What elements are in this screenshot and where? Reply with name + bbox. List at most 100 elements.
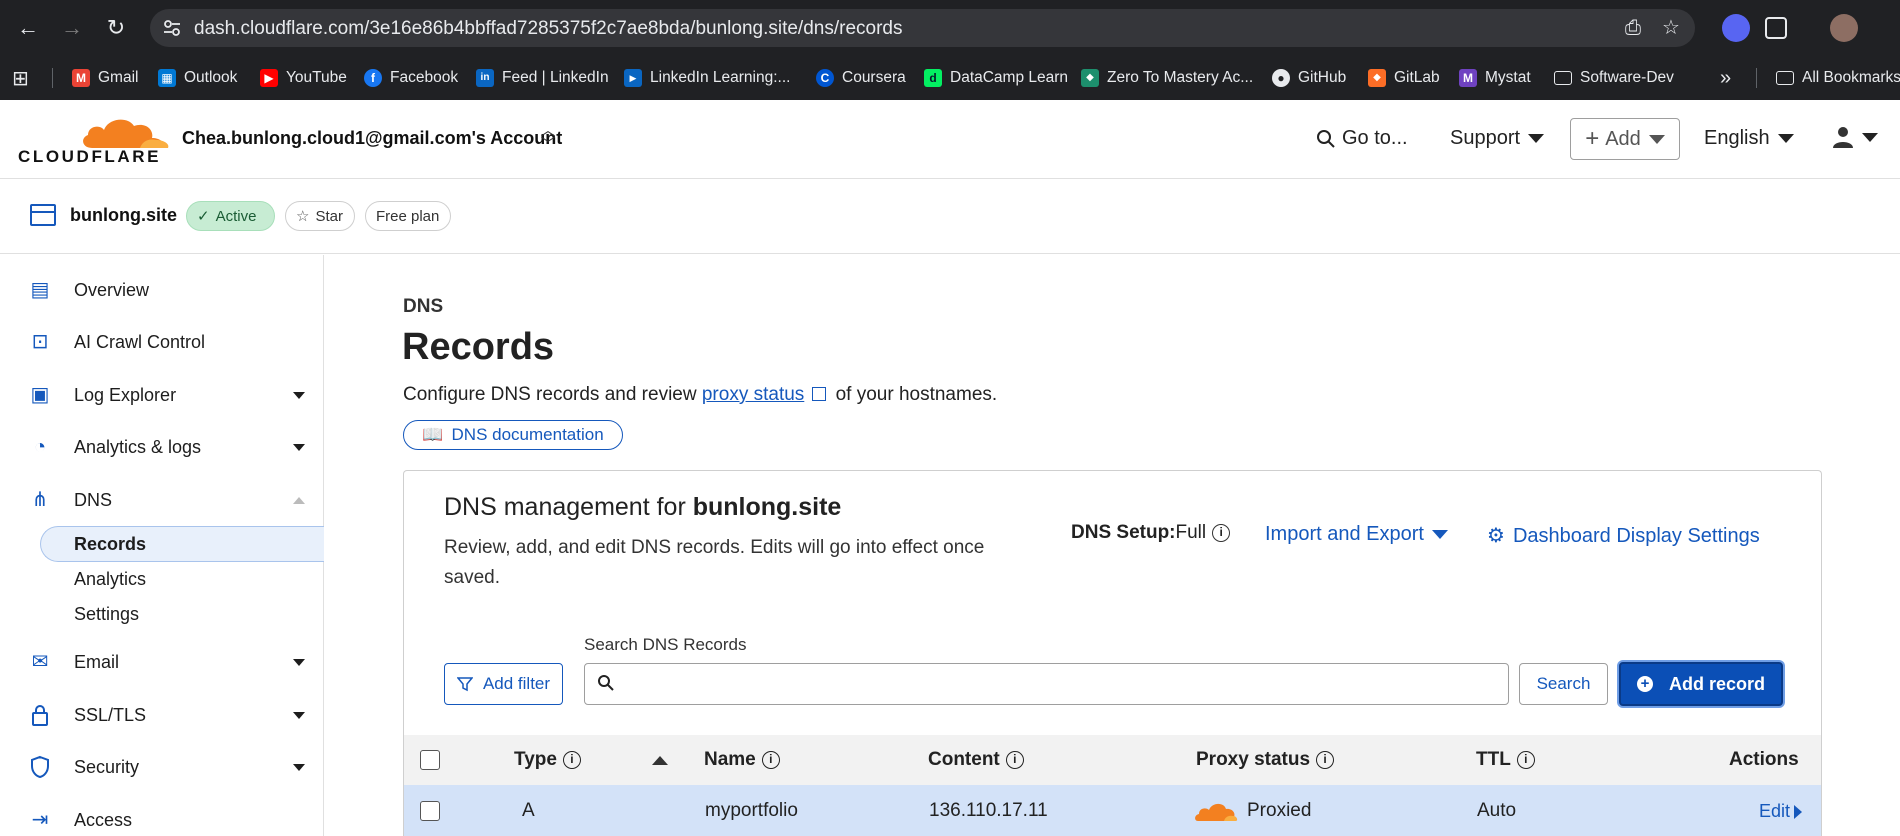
info-icon[interactable]: i (562, 750, 581, 769)
dns-setup-status: DNS Setup:Full i (1071, 522, 1231, 544)
info-icon[interactable]: i (1212, 523, 1231, 542)
breadcrumb: DNS (403, 296, 444, 317)
proxy-status-link[interactable]: proxy status (702, 384, 804, 405)
github-icon: ● (1272, 69, 1290, 87)
record-proxy-status: Proxied (1247, 800, 1312, 821)
bookmark-linkedin-feed[interactable]: in Feed | LinkedIn (476, 56, 609, 100)
zone-name[interactable]: bunlong.site (70, 205, 177, 226)
reload-button[interactable]: ↻ (102, 14, 130, 42)
url-text[interactable]: dash.cloudflare.com/3e16e86b4bbffad72853… (194, 18, 902, 40)
sidebar-item-analytics-logs[interactable]: ◔ Analytics & logs (0, 427, 323, 467)
bookmark-gmail[interactable]: M Gmail (72, 56, 138, 100)
site-settings-icon[interactable] (162, 18, 182, 38)
cloudflare-logo[interactable]: CLOUDFLARE (18, 114, 169, 166)
email-icon: ✉ (31, 651, 49, 673)
back-button[interactable]: ← (14, 14, 42, 42)
bookmark-github[interactable]: ● GitHub (1272, 56, 1346, 100)
robot-icon: ⊡ (31, 331, 49, 353)
bookmark-software-dev-folder[interactable]: Software-Dev (1554, 56, 1674, 100)
bookmark-facebook[interactable]: f Facebook (364, 56, 458, 100)
install-app-icon[interactable]: ⎙ (1622, 17, 1644, 39)
pie-chart-icon: ◔ (33, 436, 47, 458)
column-content[interactable]: Content i (928, 749, 1024, 771)
gitlab-icon: ◆ (1368, 69, 1386, 87)
sidebar-subitem-settings[interactable]: Settings (74, 604, 139, 625)
add-filter-label: Add filter (482, 674, 551, 693)
info-icon[interactable]: i (1516, 750, 1535, 769)
add-filter-button[interactable]: Add filter (444, 663, 563, 705)
bookmark-gitlab[interactable]: ◆ GitLab (1368, 56, 1440, 100)
dashboard-display-settings-button[interactable]: ⚙ Dashboard Display Settings (1487, 523, 1760, 548)
info-icon[interactable]: i (1316, 750, 1335, 769)
dns-documentation-button[interactable]: 📖 DNS documentation (403, 420, 623, 450)
sidebar-item-log-explorer[interactable]: ▣ Log Explorer (0, 375, 323, 415)
user-menu[interactable] (1832, 126, 1878, 148)
search-dns-records-field[interactable] (584, 663, 1509, 705)
sidebar-item-email[interactable]: ✉ Email (0, 642, 323, 682)
sidebar-item-dns[interactable]: ⋔ DNS (0, 480, 323, 520)
sidebar-item-security[interactable]: Security (0, 747, 323, 787)
sidebar: ▤ Overview ⊡ AI Crawl Control ▣ Log Expl… (0, 255, 324, 836)
sidebar-item-ssl-tls[interactable]: SSL/TLS (0, 695, 323, 735)
edit-record-link[interactable]: Edit (1759, 801, 1803, 822)
add-menu-button[interactable]: + Add (1570, 118, 1680, 160)
profile-avatar[interactable] (1830, 14, 1858, 42)
bookmark-label: Feed | LinkedIn (502, 69, 609, 86)
search-input[interactable] (625, 666, 1500, 702)
bookmark-mystat[interactable]: M Mystat (1459, 56, 1531, 100)
address-bar[interactable]: dash.cloudflare.com/3e16e86b4bbffad72853… (150, 9, 1695, 47)
language-label: English (1704, 127, 1770, 149)
column-ttl[interactable]: TTL i (1476, 749, 1535, 771)
sidebar-item-overview[interactable]: ▤ Overview (0, 270, 323, 310)
info-icon[interactable]: i (761, 750, 780, 769)
sidebar-subitem-analytics[interactable]: Analytics (74, 569, 146, 590)
add-label: Add (1605, 127, 1641, 150)
extension-discord-icon[interactable] (1722, 14, 1750, 42)
plan-badge[interactable]: Free plan (365, 201, 451, 231)
bookmark-datacamp[interactable]: d DataCamp Learn (924, 56, 1068, 100)
bookmark-outlook[interactable]: ▦ Outlook (158, 56, 237, 100)
bookmark-youtube[interactable]: ▶ YouTube (260, 56, 347, 100)
bookmark-label: DataCamp Learn (950, 69, 1069, 86)
browser-window-icon (30, 204, 56, 226)
add-record-button[interactable]: + Add record (1619, 662, 1783, 706)
caret-down-icon (293, 443, 305, 451)
plus-icon: + (1585, 125, 1600, 152)
display-settings-label: Dashboard Display Settings (1512, 525, 1760, 547)
search-button[interactable]: Search (1519, 663, 1608, 705)
shield-icon (31, 755, 49, 779)
folder-icon (1554, 71, 1572, 85)
row-checkbox[interactable] (420, 801, 440, 821)
status-badge: ✓ Active (186, 201, 275, 231)
table-row[interactable]: A myportfolio 136.110.17.11 Proxied Auto… (404, 785, 1821, 836)
column-type[interactable]: Type i (514, 749, 581, 771)
caret-down-icon (293, 391, 305, 399)
apps-grid-icon[interactable]: ⊞ (12, 56, 29, 100)
bookmark-star-icon[interactable]: ☆ (1660, 17, 1682, 39)
select-all-checkbox[interactable] (420, 750, 440, 770)
bookmarks-overflow-chevron[interactable]: » (1720, 56, 1731, 100)
forward-button[interactable]: → (58, 14, 86, 42)
goto-search[interactable]: Go to... (1316, 127, 1408, 150)
extensions-puzzle-icon[interactable] (1765, 17, 1787, 39)
sidebar-item-access[interactable]: ⇥ Access (0, 800, 323, 836)
account-switcher[interactable]: Chea.bunlong.cloud1@gmail.com's Account (182, 128, 562, 149)
column-name[interactable]: Name i (704, 749, 780, 771)
sort-ascending-icon[interactable] (652, 756, 668, 765)
star-button[interactable]: ☆ Star (285, 201, 355, 231)
page-description: Configure DNS records and review proxy s… (403, 384, 997, 406)
column-proxy-status[interactable]: Proxy status i (1196, 749, 1335, 771)
info-icon[interactable]: i (1005, 750, 1024, 769)
bookmark-zero-to-mastery[interactable]: ◆ Zero To Mastery Ac... (1081, 56, 1253, 100)
account-chevron-icon[interactable]: ︿ ﹀ (538, 123, 558, 152)
all-bookmarks[interactable]: All Bookmarks (1776, 56, 1900, 100)
support-menu[interactable]: Support (1450, 127, 1545, 150)
sidebar-subitem-records[interactable]: Records (74, 534, 146, 555)
setup-value: Full (1175, 522, 1207, 543)
import-export-menu[interactable]: Import and Export (1265, 523, 1448, 546)
sidebar-item-ai-crawl-control[interactable]: ⊡ AI Crawl Control (0, 322, 323, 362)
bookmark-coursera[interactable]: C Coursera (816, 56, 906, 100)
language-menu[interactable]: English (1704, 127, 1794, 150)
bookmark-linkedin-learning[interactable]: ▶ LinkedIn Learning:... (624, 56, 790, 100)
setup-label: DNS Setup: (1071, 522, 1176, 543)
